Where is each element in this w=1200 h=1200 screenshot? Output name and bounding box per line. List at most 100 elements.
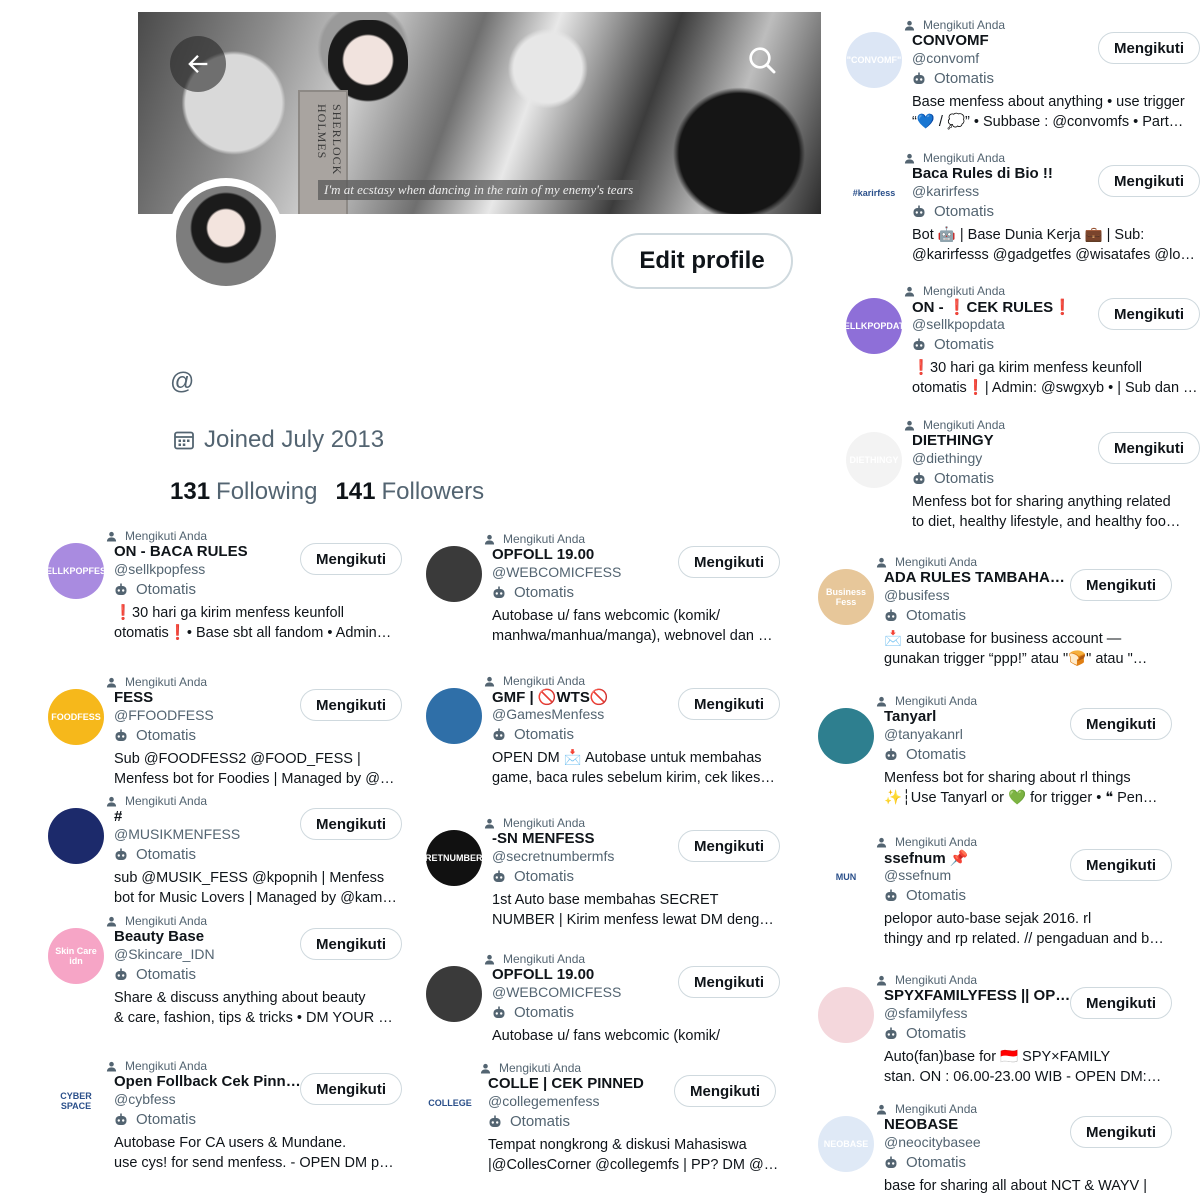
following-button[interactable]: Mengikuti — [1098, 298, 1200, 330]
account-name[interactable]: COLLE | CEK PINNED — [488, 1075, 644, 1092]
account-card[interactable]: Mengikuti Anda NEOBASE NEOBASE @neocitybase… — [818, 1102, 1178, 1200]
account-name[interactable]: OPFOLL 19.00 — [492, 546, 594, 563]
account-avatar[interactable]: Business Fess — [818, 569, 874, 625]
person-icon — [876, 696, 887, 707]
account-name[interactable]: -SN MENFESS — [492, 830, 595, 847]
bot-icon — [885, 609, 897, 621]
following-button[interactable]: Mengikuti — [1098, 32, 1200, 64]
account-card[interactable]: Mengikuti Anda MUN ssefnum 📌 @ssefnum Otomat… — [818, 835, 1178, 965]
account-handle: @convomf — [912, 50, 980, 66]
followers-link[interactable]: 141 Followers — [335, 478, 484, 506]
account-card[interactable]: Mengikuti Anda #karirfess Baca Rules di Bi… — [846, 151, 1200, 281]
account-card[interactable]: Mengikuti Anda CYBER SPACE Open Follback C… — [48, 1059, 408, 1189]
following-link[interactable]: 131 Following — [170, 478, 317, 506]
account-name[interactable]: OPFOLL 19.00 — [492, 966, 594, 983]
account-avatar[interactable]: NEOBASE — [818, 1116, 874, 1172]
account-avatar[interactable]: SECRETNUMBERMFS — [426, 830, 482, 886]
account-card[interactable]: Mengikuti AndaSELLKPOPFESS ON - BACA RULE… — [48, 529, 408, 659]
account-name[interactable]: Beauty Base — [114, 928, 204, 945]
account-avatar[interactable]: FOODFESS — [48, 689, 104, 745]
following-button[interactable]: Mengikuti — [674, 1075, 776, 1107]
following-button[interactable]: Mengikuti — [1070, 708, 1172, 740]
account-card[interactable]: Mengikuti Anda SPYXFAMILYFESS || OPF… @sfa… — [818, 973, 1178, 1103]
account-name[interactable]: Open Follback Cek Pinne… — [114, 1073, 304, 1090]
following-button[interactable]: Mengikuti — [300, 1073, 402, 1105]
follows-you-label: Mengikuti Anda — [904, 18, 1005, 32]
following-button[interactable]: Mengikuti — [300, 808, 402, 840]
bot-icon — [493, 1006, 505, 1018]
account-card[interactable]: Mengikuti Anda DIETHINGY DIETHINGY @diethin… — [846, 418, 1200, 548]
account-avatar[interactable]: SELLKPOPDATA — [846, 298, 902, 354]
account-avatar[interactable] — [426, 688, 482, 744]
following-button[interactable]: Mengikuti — [678, 830, 780, 862]
account-avatar[interactable] — [426, 966, 482, 1022]
account-name[interactable]: ON - BACA RULES — [114, 543, 248, 560]
account-avatar[interactable] — [48, 808, 104, 864]
following-button[interactable]: Mengikuti — [1070, 1116, 1172, 1148]
account-avatar[interactable]: #karirfess — [846, 165, 902, 221]
account-handle: @MUSIKMENFESS — [114, 826, 241, 842]
automated-label: Otomatis — [912, 70, 994, 87]
account-name[interactable]: FESS — [114, 689, 153, 706]
account-avatar[interactable]: "CONVOMF" — [846, 32, 902, 88]
account-avatar[interactable] — [818, 708, 874, 764]
account-bio: Autobase u/ fans webcomic (komik/manhwa/… — [492, 608, 773, 644]
account-card[interactable]: Mengikuti Anda GMF | 🚫WTS🚫 @GamesMenfess Ot… — [426, 674, 786, 804]
search-icon — [749, 47, 776, 74]
account-card[interactable]: Mengikuti Anda # @MUSIKMENFESS Otomatis sub … — [48, 794, 408, 924]
account-name[interactable]: ssefnum 📌 — [884, 849, 969, 867]
account-name[interactable]: GMF | 🚫WTS🚫 — [492, 688, 609, 706]
following-button[interactable]: Mengikuti — [1070, 987, 1172, 1019]
account-card[interactable]: Mengikuti AndaSELLKPOPDATA ON - ❗CEK RULE… — [846, 284, 1200, 414]
account-card[interactable]: Mengikuti Anda Tanyarl @tanyakanrl Otomatis… — [818, 694, 1178, 824]
account-avatar[interactable]: SELLKPOPFESS — [48, 543, 104, 599]
account-avatar[interactable]: MUN — [818, 849, 874, 905]
account-avatar[interactable] — [818, 987, 874, 1043]
arrow-left-icon — [188, 55, 208, 73]
follows-you-label: Mengikuti Anda — [480, 1061, 581, 1075]
following-button[interactable]: Mengikuti — [678, 688, 780, 720]
edit-profile-button[interactable]: Edit profile — [611, 233, 793, 289]
person-icon — [106, 796, 117, 807]
account-bio: OPEN DM 📩 Autobase untuk membahas game, b… — [492, 750, 775, 786]
account-name[interactable]: Baca Rules di Bio !! — [912, 165, 1053, 182]
account-avatar[interactable]: Skin Care idn — [48, 928, 104, 984]
account-name[interactable]: # — [114, 808, 122, 825]
account-bio: Autobase For CA users & Mundane. use cys!… — [114, 1135, 394, 1171]
account-card[interactable]: Mengikuti Anda COLLEGE COLLE | CEK PINNED @… — [422, 1061, 782, 1191]
automated-label: Otomatis — [884, 1154, 966, 1171]
following-button[interactable]: Mengikuti — [300, 928, 402, 960]
account-name[interactable]: Tanyarl — [884, 708, 936, 725]
back-button[interactable] — [170, 36, 226, 92]
account-avatar[interactable]: DIETHINGY — [846, 432, 902, 488]
account-bio: 📩 autobase for business account — gunakan… — [884, 631, 1148, 667]
account-avatar[interactable]: CYBER SPACE — [48, 1073, 104, 1129]
search-button[interactable] — [734, 32, 790, 88]
account-card[interactable]: Mengikuti Anda "CONVOMF" CONVOMF @convomf Ot… — [846, 18, 1200, 148]
person-icon — [484, 676, 495, 687]
account-card[interactable]: Mengikuti AndaSECRETNUMBERMFS -SN MENFESS… — [426, 816, 786, 946]
following-button[interactable]: Mengikuti — [678, 546, 780, 578]
automated-label: Otomatis — [912, 470, 994, 487]
account-bio: Share & discuss anything about beauty & c… — [114, 990, 393, 1026]
account-avatar[interactable]: COLLEGE — [422, 1075, 478, 1131]
following-button[interactable]: Mengikuti — [678, 966, 780, 998]
account-card[interactable]: Mengikuti Anda Skin Care idn Beauty Base @S… — [48, 914, 408, 1044]
account-name[interactable]: DIETHINGY — [912, 432, 994, 449]
account-card[interactable]: Mengikuti Anda OPFOLL 19.00 @WEBCOMICFESS O… — [426, 532, 786, 662]
account-name[interactable]: NEOBASE — [884, 1116, 958, 1133]
following-button[interactable]: Mengikuti — [1070, 849, 1172, 881]
account-name[interactable]: ADA RULES TAMBAHAN … — [884, 569, 1074, 586]
following-button[interactable]: Mengikuti — [300, 543, 402, 575]
following-button[interactable]: Mengikuti — [1098, 432, 1200, 464]
following-button[interactable]: Mengikuti — [1070, 569, 1172, 601]
following-button[interactable]: Mengikuti — [300, 689, 402, 721]
account-name[interactable]: ON - ❗CEK RULES❗ — [912, 298, 1072, 316]
profile-avatar[interactable] — [168, 178, 284, 294]
account-name[interactable]: SPYXFAMILYFESS || OPF… — [884, 987, 1074, 1004]
account-name[interactable]: CONVOMF — [912, 32, 989, 49]
account-card[interactable]: Mengikuti Anda FOODFESS FESS @FFOODFESS Otom… — [48, 675, 408, 805]
following-button[interactable]: Mengikuti — [1098, 165, 1200, 197]
account-avatar[interactable] — [426, 546, 482, 602]
account-card[interactable]: Mengikuti Anda Business Fess ADA RULES TAM… — [818, 555, 1178, 685]
